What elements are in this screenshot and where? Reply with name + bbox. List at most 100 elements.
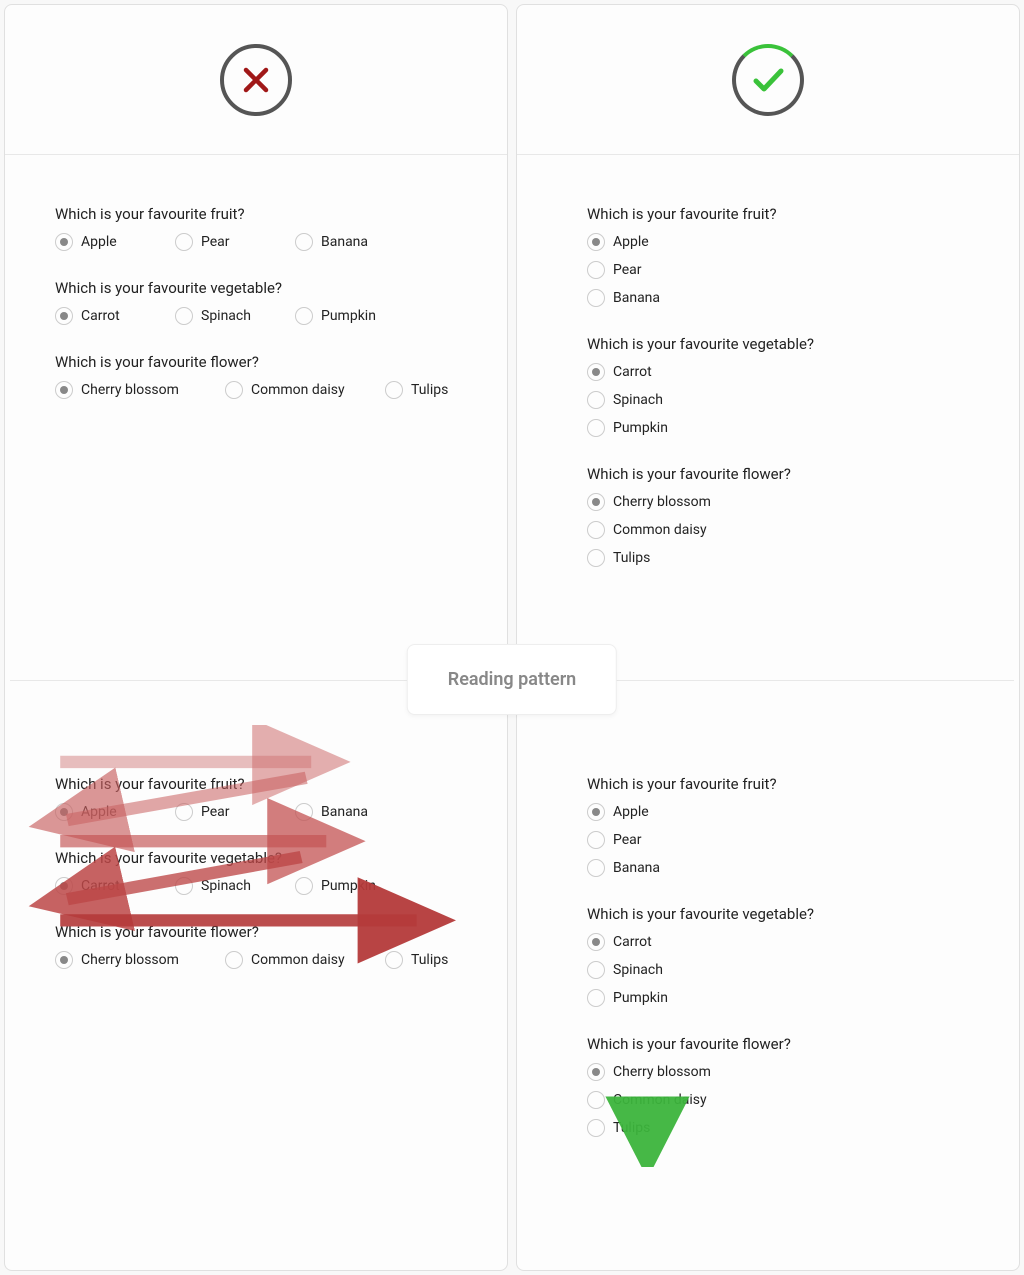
q2-opt-1vb[interactable]: Spinach	[587, 961, 969, 979]
opt-label: Pear	[613, 262, 642, 278]
q2-opt-2vb[interactable]: Pumpkin	[587, 989, 969, 1007]
radio-icon	[385, 951, 403, 969]
q2-opt-0v[interactable]: Carrot	[587, 363, 969, 381]
q2-opt-2b[interactable]: Pumpkin	[295, 877, 385, 895]
q3-options-vb: Cherry blossom Common daisy Tulips	[587, 1063, 969, 1137]
radio-icon	[587, 1119, 605, 1137]
bad-top-section: Which is your favourite fruit? Apple Pea…	[5, 155, 507, 419]
radio-icon	[587, 363, 605, 381]
radio-icon	[587, 961, 605, 979]
q2-opt-1b[interactable]: Spinach	[175, 877, 265, 895]
q1-options-b: Apple Pear Banana	[55, 803, 457, 821]
radio-icon	[587, 521, 605, 539]
q2-opt-0vb[interactable]: Carrot	[587, 933, 969, 951]
q2-options-vb: Carrot Spinach Pumpkin	[587, 933, 969, 1007]
radio-icon	[587, 493, 605, 511]
q3-options-v: Cherry blossom Common daisy Tulips	[587, 493, 969, 567]
bad-example-column: Which is your favourite fruit? Apple Pea…	[4, 4, 508, 1271]
q3-opt-2vb[interactable]: Tulips	[587, 1119, 969, 1137]
q2-opt-2v[interactable]: Pumpkin	[587, 419, 969, 437]
radio-icon	[587, 419, 605, 437]
opt-label: Common daisy	[251, 382, 345, 398]
q3-label-vb: Which is your favourite flower?	[587, 1035, 969, 1053]
q2-label: Which is your favourite vegetable?	[55, 279, 457, 297]
q3-opt-2b[interactable]: Tulips	[385, 951, 475, 969]
q2-label-v: Which is your favourite vegetable?	[587, 335, 969, 353]
opt-label: Common daisy	[251, 952, 345, 968]
check-icon	[732, 44, 804, 116]
radio-icon	[225, 381, 243, 399]
q1-opt-1b[interactable]: Pear	[175, 803, 265, 821]
opt-label: Tulips	[613, 550, 650, 566]
q3-opt-0v[interactable]: Cherry blossom	[587, 493, 969, 511]
opt-label: Carrot	[81, 878, 120, 894]
q1-opt-2[interactable]: Banana	[295, 233, 385, 251]
q3-opt-1b[interactable]: Common daisy	[225, 951, 355, 969]
opt-label: Tulips	[411, 382, 448, 398]
opt-label: Carrot	[81, 308, 120, 324]
q2-opt-2[interactable]: Pumpkin	[295, 307, 385, 325]
opt-label: Cherry blossom	[81, 382, 179, 398]
q1-opt-1[interactable]: Pear	[175, 233, 265, 251]
radio-icon	[587, 289, 605, 307]
q2-options: Carrot Spinach Pumpkin	[55, 307, 457, 325]
opt-label: Common daisy	[613, 522, 707, 538]
opt-label: Pumpkin	[321, 878, 376, 894]
q2-label-b: Which is your favourite vegetable?	[55, 849, 457, 867]
radio-icon	[587, 1091, 605, 1109]
opt-label: Common daisy	[613, 1092, 707, 1108]
q3-options: Cherry blossom Common daisy Tulips	[55, 381, 457, 399]
bad-bottom-section: Which is your favourite fruit? Apple Pea…	[5, 725, 507, 989]
q1-opt-0v[interactable]: Apple	[587, 233, 969, 251]
q2-opt-0[interactable]: Carrot	[55, 307, 145, 325]
q3-opt-1v[interactable]: Common daisy	[587, 521, 969, 539]
q3-opt-0b[interactable]: Cherry blossom	[55, 951, 195, 969]
q3-opt-1[interactable]: Common daisy	[225, 381, 355, 399]
radio-icon	[175, 877, 193, 895]
q2-label-vb: Which is your favourite vegetable?	[587, 905, 969, 923]
radio-icon	[587, 803, 605, 821]
opt-label: Apple	[613, 804, 649, 820]
opt-label: Apple	[81, 804, 117, 820]
opt-label: Banana	[613, 290, 660, 306]
q3-options-b: Cherry blossom Common daisy Tulips	[55, 951, 457, 969]
opt-label: Carrot	[613, 934, 652, 950]
opt-label: Banana	[321, 804, 368, 820]
opt-label: Cherry blossom	[613, 1064, 711, 1080]
q1-label-vb: Which is your favourite fruit?	[587, 775, 969, 793]
radio-icon	[295, 877, 313, 895]
radio-icon	[295, 803, 313, 821]
opt-label: Spinach	[613, 962, 663, 978]
q1-opt-0[interactable]: Apple	[55, 233, 145, 251]
q2-opt-1v[interactable]: Spinach	[587, 391, 969, 409]
q3-opt-0[interactable]: Cherry blossom	[55, 381, 195, 399]
good-top-section: Which is your favourite fruit? Apple Pea…	[517, 155, 1019, 597]
good-icon-area	[517, 5, 1019, 155]
q2-opt-0b[interactable]: Carrot	[55, 877, 145, 895]
q3-opt-1vb[interactable]: Common daisy	[587, 1091, 969, 1109]
opt-label: Carrot	[613, 364, 652, 380]
q1-opt-0b[interactable]: Apple	[55, 803, 145, 821]
q1-opt-0vb[interactable]: Apple	[587, 803, 969, 821]
q2-opt-1[interactable]: Spinach	[175, 307, 265, 325]
radio-icon	[175, 307, 193, 325]
q3-opt-2[interactable]: Tulips	[385, 381, 475, 399]
radio-icon	[385, 381, 403, 399]
q3-label-b: Which is your favourite flower?	[55, 923, 457, 941]
opt-label: Pear	[201, 234, 230, 250]
q1-opt-1vb[interactable]: Pear	[587, 831, 969, 849]
radio-icon	[295, 307, 313, 325]
q1-options: Apple Pear Banana	[55, 233, 457, 251]
bad-icon-area	[5, 5, 507, 155]
opt-label: Pumpkin	[321, 308, 376, 324]
q1-opt-1v[interactable]: Pear	[587, 261, 969, 279]
q3-opt-0vb[interactable]: Cherry blossom	[587, 1063, 969, 1081]
q1-opt-2v[interactable]: Banana	[587, 289, 969, 307]
radio-icon	[55, 381, 73, 399]
q1-opt-2vb[interactable]: Banana	[587, 859, 969, 877]
good-bottom-section: Which is your favourite fruit? Apple Pea…	[517, 725, 1019, 1167]
opt-label: Pear	[613, 832, 642, 848]
q1-opt-2b[interactable]: Banana	[295, 803, 385, 821]
q3-opt-2v[interactable]: Tulips	[587, 549, 969, 567]
radio-icon	[587, 1063, 605, 1081]
